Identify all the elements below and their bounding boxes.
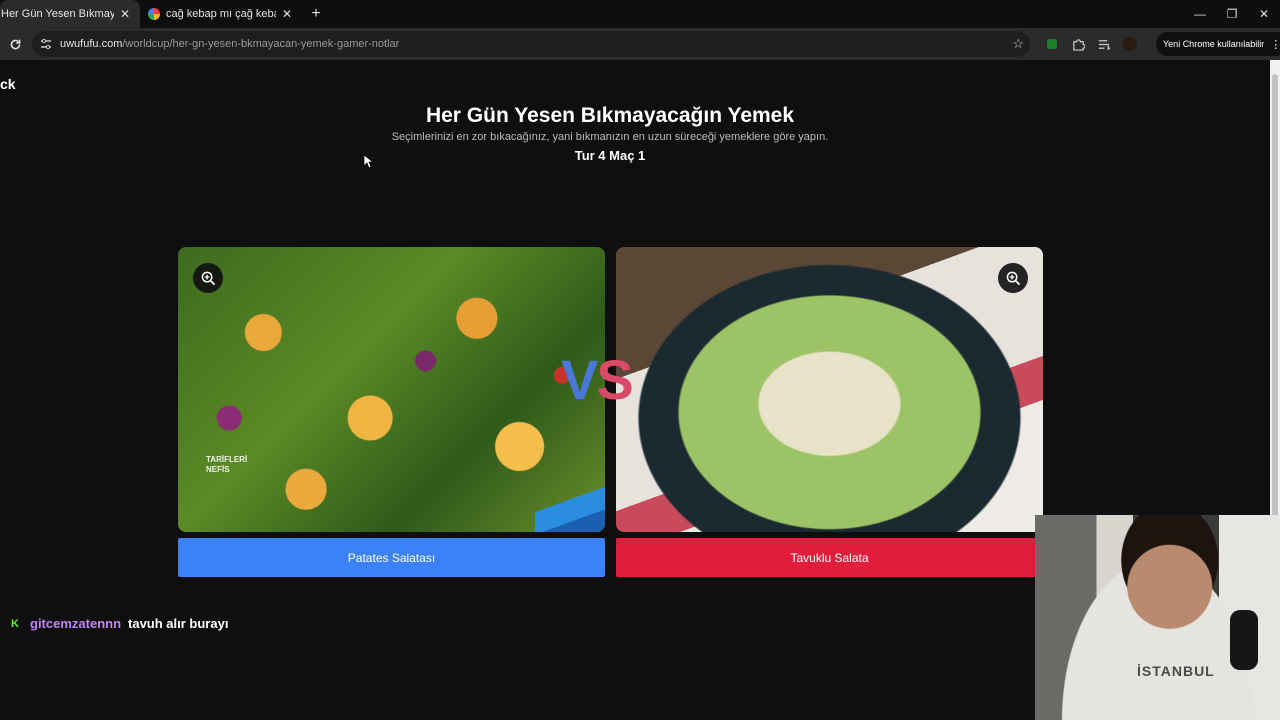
restore-icon[interactable]: ❐ xyxy=(1216,0,1248,28)
left-choice-image[interactable]: TARİFLERİ NEFİS xyxy=(178,247,605,532)
bookmark-star-icon[interactable]: ☆ xyxy=(1012,36,1024,52)
vs-label: VS xyxy=(561,348,634,411)
round-label: Tur 4 Maç 1 xyxy=(574,148,646,163)
mouse-cursor-icon xyxy=(364,155,374,169)
chrome-update-button[interactable]: Yeni Chrome kullanılabilir ⋮ xyxy=(1156,32,1280,56)
url-path: /worldcup/her-gn-yesen-bkmayacan-yemek-g… xyxy=(122,38,400,50)
close-tab-icon[interactable]: ✕ xyxy=(280,7,294,21)
extensions-puzzle-icon[interactable] xyxy=(1070,36,1086,52)
chat-username: gitcemzatennn xyxy=(30,616,122,631)
reload-icon[interactable] xyxy=(0,29,30,59)
right-choice-image[interactable] xyxy=(616,247,1043,532)
toolbar-icons xyxy=(1044,28,1138,60)
url-text: uwufufu.com/worldcup/her-gn-yesen-bkmaya… xyxy=(60,38,399,50)
address-bar[interactable]: uwufufu.com/worldcup/her-gn-yesen-bkmaya… xyxy=(32,31,1030,57)
google-favicon-icon xyxy=(148,8,160,20)
tab-title: cağ kebap mı çağ kebap mı - G xyxy=(166,8,276,20)
update-label: Yeni Chrome kullanılabilir xyxy=(1163,39,1265,49)
kebab-menu-icon[interactable]: ⋮ xyxy=(1270,38,1280,51)
image-watermark: TARİFLERİ NEFİS xyxy=(206,455,247,475)
zoom-in-icon[interactable] xyxy=(998,263,1028,293)
browser-toolbar: uwufufu.com/worldcup/her-gn-yesen-bkmaya… xyxy=(0,28,1280,60)
minimize-icon[interactable]: — xyxy=(1184,0,1216,28)
url-host: uwufufu.com xyxy=(60,38,123,50)
close-tab-icon[interactable]: ✕ xyxy=(118,7,132,21)
page-subtitle: Seçimlerinizi en zor bıkacağınız, yani b… xyxy=(391,131,829,143)
microphone-icon xyxy=(1230,610,1258,670)
profile-avatar[interactable] xyxy=(1122,36,1138,52)
page-title: Her Gün Yesen Bıkmayacağın Yemek xyxy=(425,104,795,127)
watermark-line: NEFİS xyxy=(206,465,230,474)
right-choice-button[interactable]: Tavuklu Salata xyxy=(616,538,1043,577)
decorative-stripe xyxy=(535,482,605,532)
extension-green-icon[interactable] xyxy=(1044,36,1060,52)
new-tab-button[interactable]: + xyxy=(302,0,330,28)
close-window-icon[interactable]: ✕ xyxy=(1248,0,1280,28)
tab-inactive[interactable]: cağ kebap mı çağ kebap mı - G ✕ xyxy=(140,0,302,28)
chat-message: K gitcemzatennn tavuh alır burayı xyxy=(10,616,228,631)
tab-strip: Her Gün Yesen Bıkmayacağın Y ✕ cağ kebap… xyxy=(0,0,1280,28)
back-link[interactable]: ck xyxy=(0,76,16,92)
kick-logo-icon: K xyxy=(11,617,19,630)
reading-list-icon[interactable] xyxy=(1096,36,1112,52)
window-controls: — ❐ ✕ xyxy=(1184,0,1280,28)
watermark-line: TARİFLERİ xyxy=(206,455,248,464)
tab-active[interactable]: Her Gün Yesen Bıkmayacağın Y ✕ xyxy=(0,0,140,28)
tab-title: Her Gün Yesen Bıkmayacağın Y xyxy=(1,8,114,20)
zoom-in-icon[interactable] xyxy=(193,263,223,293)
site-settings-icon[interactable] xyxy=(38,36,54,52)
webcam-overlay: İSTANBUL xyxy=(1035,515,1280,720)
shirt-text: İSTANBUL xyxy=(1137,663,1215,679)
left-choice-button[interactable]: Patates Salatası xyxy=(178,538,605,577)
chat-text: tavuh alır burayı xyxy=(128,616,229,631)
